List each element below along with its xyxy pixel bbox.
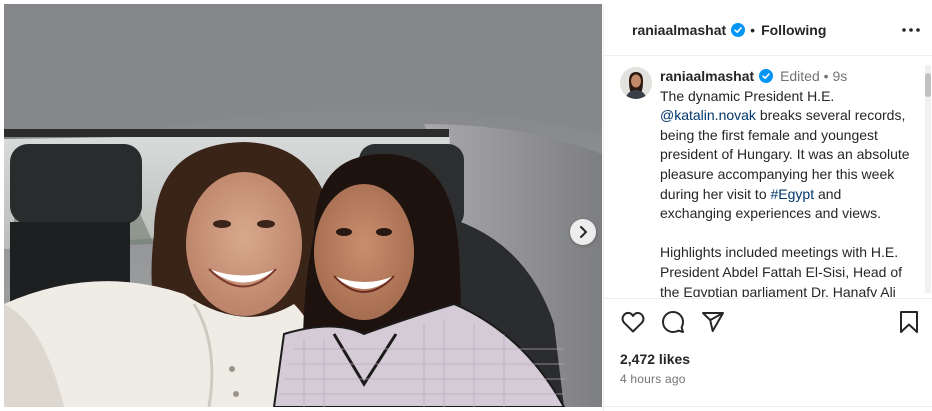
caption-separator: • <box>823 68 829 84</box>
comment-icon <box>662 311 684 333</box>
caption-section: raniaalmashat Edited • 9s The dynamic Pr… <box>604 57 932 297</box>
post-header: raniaalmashat • Following <box>604 4 932 56</box>
caption-text-start: The dynamic President H.E. <box>660 87 835 104</box>
hashtag-link[interactable]: #Egypt <box>771 186 815 202</box>
selfie-image <box>4 4 602 407</box>
avatar-image <box>620 67 652 99</box>
divider <box>604 406 932 411</box>
caption-meta: raniaalmashat Edited • 9s <box>660 67 912 87</box>
avatar[interactable] <box>620 67 652 99</box>
comment-button[interactable] <box>660 309 686 335</box>
post-username-link[interactable]: raniaalmashat <box>632 22 726 38</box>
caption-username-link[interactable]: raniaalmashat <box>660 68 754 84</box>
more-horizontal-icon <box>902 28 920 32</box>
share-icon <box>702 312 724 332</box>
heart-icon <box>621 311 645 333</box>
caption-age[interactable]: 9s <box>832 68 847 84</box>
action-bar: 2,472 likes 4 hours ago <box>604 298 932 411</box>
mention-link[interactable]: @katalin.novak <box>660 107 756 123</box>
caption-scrollbar[interactable] <box>925 65 931 293</box>
following-button[interactable]: Following <box>761 22 826 38</box>
post-side-panel: raniaalmashat • Following raniaalmashat … <box>603 4 932 411</box>
next-photo-button[interactable] <box>570 219 596 245</box>
likes-count[interactable]: 2,472 likes <box>620 351 690 367</box>
post-photo[interactable] <box>4 4 602 407</box>
edited-label: Edited <box>780 68 820 84</box>
like-button[interactable] <box>620 309 646 335</box>
header-separator: • <box>750 21 756 38</box>
caption-paragraph-1: The dynamic President H.E. @katalin.nova… <box>660 88 910 222</box>
save-button[interactable] <box>896 309 922 335</box>
more-options-button[interactable] <box>900 20 922 40</box>
caption-paragraph-2: Highlights included meetings with H.E. P… <box>660 244 903 297</box>
post-timestamp[interactable]: 4 hours ago <box>620 372 686 386</box>
verified-badge-icon <box>759 69 774 83</box>
bookmark-icon <box>900 311 918 333</box>
chevron-right-icon <box>580 226 587 238</box>
verified-badge-icon <box>731 22 746 37</box>
caption-text: raniaalmashat Edited • 9s The dynamic Pr… <box>660 67 912 297</box>
scrollbar-thumb[interactable] <box>925 73 931 97</box>
share-button[interactable] <box>700 309 726 335</box>
